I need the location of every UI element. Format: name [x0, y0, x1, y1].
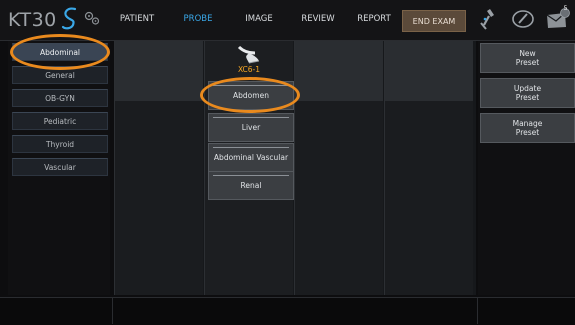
preset-renal[interactable]: Renal	[208, 171, 294, 200]
category-pediatric[interactable]: Pediatric	[12, 112, 108, 130]
category-ob-gyn[interactable]: OB-GYN	[12, 89, 108, 107]
annotation-icon[interactable]	[510, 6, 536, 32]
preset-indicator-line	[213, 147, 289, 148]
probe-name: XC6-1	[237, 65, 261, 74]
tab-image[interactable]: IMAGE	[236, 10, 282, 30]
toolbar: 5	[476, 5, 570, 32]
preset-indicator-line	[213, 175, 289, 176]
logo-text: KT30	[8, 9, 57, 31]
gears-icon	[83, 9, 101, 31]
category-thyroid[interactable]: Thyroid	[12, 135, 108, 153]
main-tabs: PATIENT PROBE IMAGE REVIEW REPORT	[112, 10, 400, 30]
category-sidebar: Abdominal General OB-GYN Pediatric Thyro…	[8, 41, 110, 295]
preset-label: Liver	[241, 123, 261, 132]
probe-slot-4[interactable]	[384, 41, 473, 295]
probe-holder-icon[interactable]	[476, 6, 502, 32]
manage-preset-button[interactable]: Manage Preset	[480, 113, 575, 143]
logo-swirl-icon	[59, 5, 81, 35]
new-preset-button[interactable]: New Preset	[480, 43, 575, 73]
messages-icon[interactable]: 5	[544, 5, 570, 32]
end-exam-button[interactable]: END EXAM	[402, 10, 466, 32]
preset-liver[interactable]: Liver	[208, 113, 294, 142]
bottom-divider	[112, 297, 113, 324]
tab-probe[interactable]: PROBE	[172, 10, 224, 30]
probe-slot-3[interactable]	[294, 41, 383, 295]
category-vascular[interactable]: Vascular	[12, 158, 108, 176]
highlight-circle	[10, 34, 110, 70]
preset-label: Abdominal Vascular	[213, 153, 289, 162]
preset-actions-panel: New Preset Update Preset Manage Preset	[478, 41, 575, 295]
top-bar: KT30 PATIENT PROBE IMAGE REVIEW REPORT E…	[0, 0, 575, 41]
preset-label: Renal	[240, 181, 262, 190]
bottom-divider	[477, 297, 478, 324]
probe-preset-area: XC6-1 Abdomen Liver Abdominal Vascular R…	[114, 41, 476, 295]
probe-slot-1[interactable]	[114, 41, 203, 295]
preset-indicator-line	[213, 117, 289, 118]
logo: KT30	[8, 6, 101, 34]
preset-abdominal-vascular[interactable]: Abdominal Vascular	[208, 143, 294, 172]
tab-review[interactable]: REVIEW	[294, 10, 342, 30]
update-preset-button[interactable]: Update Preset	[480, 78, 575, 108]
notification-badge: 5	[563, 5, 568, 12]
bottom-status-bar	[0, 297, 575, 325]
tab-patient[interactable]: PATIENT	[112, 10, 162, 30]
highlight-circle	[200, 77, 300, 113]
tab-report[interactable]: REPORT	[348, 10, 400, 30]
